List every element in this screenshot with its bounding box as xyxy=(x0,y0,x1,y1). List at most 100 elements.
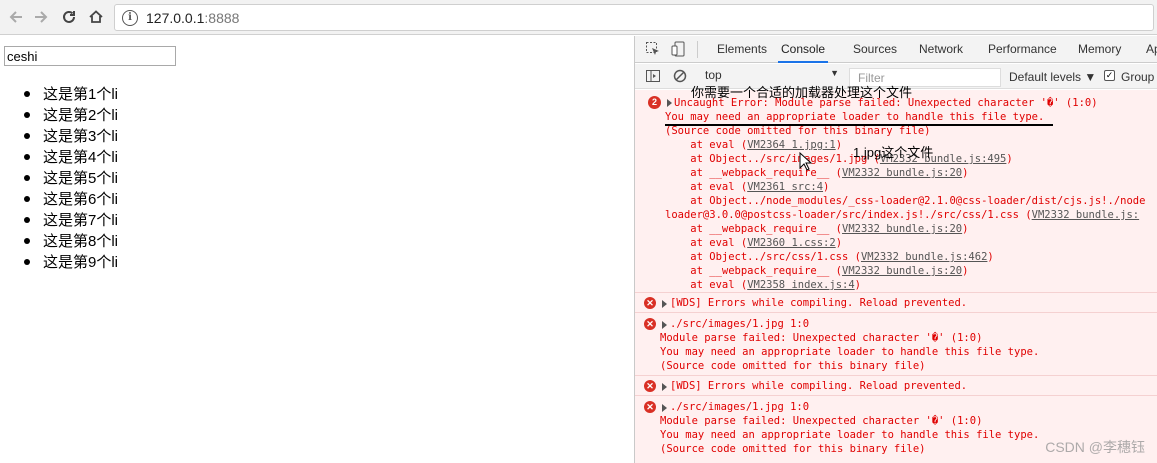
stack-frame-link[interactable]: VM2332 bundle.js:20 xyxy=(842,265,962,277)
stack-frame-text: ) xyxy=(823,181,830,193)
device-toolbar-icon[interactable] xyxy=(671,41,687,57)
stack-frame-text: at Object../src/css/1.css ( xyxy=(665,251,861,263)
console-error-message: ✕ ./src/images/1.jpg 1:0 Module parse fa… xyxy=(635,314,1157,376)
stack-frame-link[interactable]: VM2332 bundle.js:20 xyxy=(842,167,962,179)
list-item: 这是第6个li xyxy=(24,189,118,210)
url-port: :8888 xyxy=(204,9,240,26)
stack-frame-text: ) xyxy=(835,139,843,151)
list-item: 这是第5个li xyxy=(24,168,118,189)
stack-frame-link[interactable]: VM2360 1.css:2 xyxy=(747,237,836,249)
stack-frame-text: at __webpack_require__ ( xyxy=(665,265,843,277)
list-item: 这是第4个li xyxy=(24,147,118,168)
page-content: 这是第1个li 这是第2个li 这是第3个li 这是第4个li 这是第5个li … xyxy=(0,36,634,463)
console-error-message: 2 Uncaught Error: Module parse failed: U… xyxy=(635,90,1157,293)
module-line-2: You may need an appropriate loader to ha… xyxy=(660,429,1040,441)
stack-frame: at eval (VM2361 src:4) xyxy=(665,180,829,194)
mouse-cursor-icon xyxy=(799,152,813,171)
tab-performance[interactable]: Performance xyxy=(988,36,1057,63)
module-line-3: (Source code omitted for this binary fil… xyxy=(660,443,926,455)
error-circle-icon: ✕ xyxy=(644,380,656,392)
clear-console-icon[interactable] xyxy=(672,68,688,84)
stack-frame-link[interactable]: VM2332 bundle.js:462 xyxy=(861,251,987,263)
stack-frame-text: at eval ( xyxy=(665,279,748,291)
stack-frame: at __webpack_require__ (VM2332 bundle.js… xyxy=(665,222,968,236)
stack-frame: at Object../src/images/1.jpg (VM2332 bun… xyxy=(665,152,1013,166)
tab-sources[interactable]: Sources xyxy=(853,36,897,63)
expand-triangle-icon[interactable] xyxy=(662,300,667,308)
stack-frame: at __webpack_require__ (VM2332 bundle.js… xyxy=(665,166,968,180)
address-bar[interactable]: i 127.0.0.1:8888 xyxy=(114,4,1154,31)
chevron-down-icon: ▼ xyxy=(830,68,839,78)
stack-frame: loader@3.0.0@postcss-loader/src/index.js… xyxy=(665,208,1139,222)
ceshi-input[interactable] xyxy=(4,46,176,66)
annotation-jpg-note: 1.jpg这个文件 xyxy=(853,145,934,160)
stack-frame-text: at __webpack_require__ ( xyxy=(665,167,843,179)
error-circle-icon: ✕ xyxy=(644,401,656,413)
stack-frame-text: ) xyxy=(854,279,861,291)
module-line-1: Module parse failed: Unexpected characte… xyxy=(660,415,983,427)
stack-frame: at eval (VM2360 1.css:2) xyxy=(665,236,842,250)
stack-frame: at Object../node_modules/_css-loader@2.1… xyxy=(665,194,1145,208)
wds-error: [WDS] Errors while compiling. Reload pre… xyxy=(670,297,968,309)
stack-frame-text: at eval ( xyxy=(665,181,748,193)
tab-application[interactable]: Ap xyxy=(1146,36,1157,63)
wds-error: [WDS] Errors while compiling. Reload pre… xyxy=(670,380,968,392)
list-item: 这是第7个li xyxy=(24,210,118,231)
module-line-1: Module parse failed: Unexpected characte… xyxy=(660,332,983,344)
tab-memory[interactable]: Memory xyxy=(1078,36,1121,63)
stack-frame-text: at Object../node_modules/_css-loader@2.1… xyxy=(665,195,1146,207)
stack-frame: at eval (VM2364 1.jpg:1) xyxy=(665,138,842,152)
stack-frame-text: ) xyxy=(962,265,969,277)
stack-frame-text: ) xyxy=(835,237,843,249)
inspect-element-icon[interactable] xyxy=(645,41,661,57)
watermark: CSDN @李穗钰 xyxy=(1045,439,1145,455)
console-error-message: ✕ [WDS] Errors while compiling. Reload p… xyxy=(635,377,1157,396)
stack-frame-text: ) xyxy=(1006,153,1013,165)
forward-arrow-icon[interactable] xyxy=(29,5,53,29)
expand-triangle-icon[interactable] xyxy=(667,99,672,107)
module-path: ./src/images/1.jpg 1:0 xyxy=(670,318,810,330)
module-line-2: You may need an appropriate loader to ha… xyxy=(660,346,1040,358)
info-icon[interactable]: i xyxy=(122,9,138,26)
stack-frame: at eval (VM2358 index.js:4) xyxy=(665,278,861,292)
group-checkbox[interactable]: ✓ xyxy=(1104,70,1115,81)
stack-frame-text: at eval ( xyxy=(665,139,748,151)
stack-frame-text: at __webpack_require__ ( xyxy=(665,223,843,235)
console-error-message: ✕ [WDS] Errors while compiling. Reload p… xyxy=(635,294,1157,313)
list-item: 这是第3个li xyxy=(24,126,118,147)
stack-frame-text: ) xyxy=(962,167,969,179)
stack-frame-link[interactable]: VM2358 index.js:4 xyxy=(747,279,854,291)
stack-frame-link[interactable]: VM2332 bundle.js: xyxy=(1032,209,1139,221)
annotation-loader-note: 你需要一个合适的加载器处理这个文件 xyxy=(691,85,913,100)
expand-triangle-icon[interactable] xyxy=(662,404,667,412)
tab-console[interactable]: Console xyxy=(778,36,829,63)
list-item: 这是第9个li xyxy=(24,252,118,273)
stack-frame: at __webpack_require__ (VM2332 bundle.js… xyxy=(665,264,968,278)
stack-frame-link[interactable]: VM2364 1.jpg:1 xyxy=(747,139,836,151)
default-levels-dropdown[interactable]: Default levels ▼ xyxy=(1009,70,1096,84)
stack-frame-text: at eval ( xyxy=(665,237,748,249)
console-sidebar-icon[interactable] xyxy=(645,68,661,84)
error-circle-icon: ✕ xyxy=(644,297,656,309)
context-value: top xyxy=(705,68,722,82)
stack-frame-link[interactable]: VM2361 src:4 xyxy=(747,181,823,193)
tab-network[interactable]: Network xyxy=(919,36,963,63)
expand-triangle-icon[interactable] xyxy=(662,321,667,329)
stack-frame: at Object../src/css/1.css (VM2332 bundle… xyxy=(665,250,993,264)
list-item: 这是第1个li xyxy=(24,84,118,105)
stack-frame-link[interactable]: VM2332 bundle.js:20 xyxy=(842,223,962,235)
home-icon[interactable] xyxy=(84,5,108,29)
module-line-3: (Source code omitted for this binary fil… xyxy=(660,360,926,372)
back-arrow-icon[interactable] xyxy=(4,5,28,29)
tab-separator xyxy=(697,41,698,58)
stack-frame-text: at Object../src/images/1.jpg ( xyxy=(665,153,880,165)
li-list: 这是第1个li 这是第2个li 这是第3个li 这是第4个li 这是第5个li … xyxy=(24,84,118,273)
expand-triangle-icon[interactable] xyxy=(662,383,667,391)
stack-frame-text: ) xyxy=(962,223,969,235)
error-omitted: (Source code omitted for this binary fil… xyxy=(665,125,931,137)
devtools-panel: Elements Console Sources Network Perform… xyxy=(634,36,1157,463)
list-item: 这是第8个li xyxy=(24,231,118,252)
reload-icon[interactable] xyxy=(57,5,81,29)
url-text: 127.0.0.1:8888 xyxy=(146,10,239,26)
tab-elements[interactable]: Elements xyxy=(717,36,767,63)
